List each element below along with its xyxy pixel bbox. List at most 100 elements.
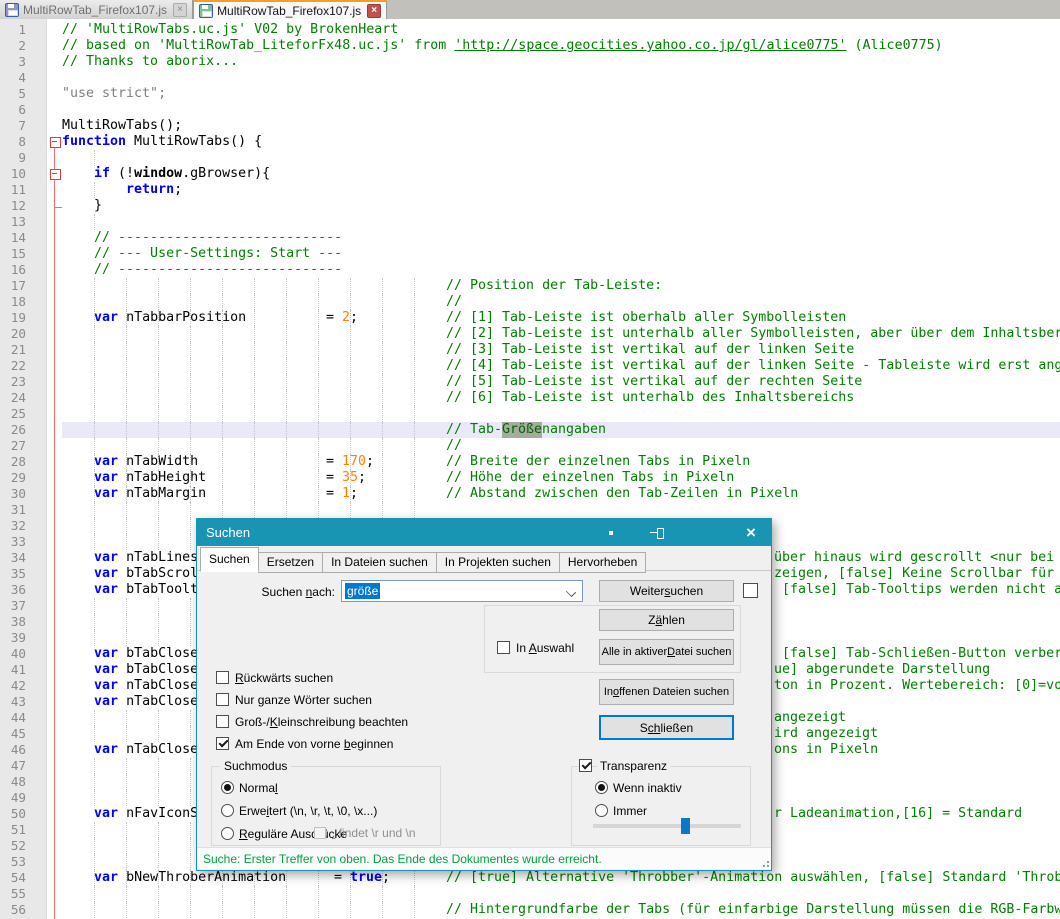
unlabeled-checkbox[interactable]: [743, 583, 758, 598]
indent-guide: [382, 358, 383, 374]
close-tab-icon[interactable]: ×: [367, 4, 381, 18]
indent-guide: [286, 406, 287, 422]
code-line-5: "use strict";: [62, 86, 1060, 102]
transparency-checkbox[interactable]: [579, 759, 592, 772]
code-token: var: [94, 678, 118, 694]
indent-guide: [222, 454, 223, 470]
line-number: 40: [0, 646, 26, 662]
indent-guide: [286, 454, 287, 470]
code-token: ton in Prozent. Wertebereich: [0]=vol: [774, 678, 1060, 694]
search-mode-radio-2[interactable]: [221, 827, 234, 840]
pin-icon[interactable]: [647, 519, 667, 546]
search-input[interactable]: größe: [341, 580, 583, 602]
file-tab-label: MultiRowTab_Firefox107.js: [217, 4, 361, 18]
line-number: 5: [0, 86, 26, 102]
code-line-3: // Thanks to aborix...: [62, 54, 1060, 70]
line-number: 17: [0, 278, 26, 294]
fold-collapse-icon[interactable]: [50, 137, 61, 148]
indent-guide: [126, 390, 127, 406]
indent-guide: [414, 358, 415, 374]
transparency-radio-0[interactable]: [595, 781, 608, 794]
search-mode-radio-1[interactable]: [221, 804, 234, 817]
save-icon: [5, 3, 19, 17]
code-token: [62, 566, 94, 582]
indent-guide: [158, 838, 159, 854]
indent-guide: [318, 310, 319, 326]
indent-guide: [414, 342, 415, 358]
indent-guide: [190, 358, 191, 374]
search-mode-radio-0[interactable]: [221, 781, 234, 794]
indent-guide: [414, 374, 415, 390]
indent-guide: [286, 310, 287, 326]
indent-guide: [382, 438, 383, 454]
close-tab-icon[interactable]: ×: [173, 3, 187, 17]
option-checkbox-2[interactable]: [216, 715, 229, 728]
indent-guide: [382, 406, 383, 422]
code-line-23: // [5] Tab-Leiste ist vertikal auf der r…: [62, 374, 1060, 390]
transparency-slider-thumb[interactable]: [681, 818, 690, 834]
indent-guide: [190, 790, 191, 806]
dialog-tab-ersetzen[interactable]: Ersetzen: [258, 552, 323, 573]
indent-guide: [158, 310, 159, 326]
indent-guide: [254, 438, 255, 454]
code-token: ons in Pixeln: [774, 742, 878, 758]
dialog-tab-in-projekten-suchen[interactable]: In Projekten suchen: [436, 552, 560, 573]
resize-grip-icon[interactable]: [759, 857, 769, 867]
code-token: // Tab-: [446, 422, 502, 438]
find-all-current-button[interactable]: Alle in aktiver Datei suchen: [599, 639, 734, 665]
indent-guide: [94, 726, 95, 742]
chevron-down-icon[interactable]: [566, 587, 576, 597]
find-all-open-button[interactable]: In offenen Dateien suchen: [599, 679, 734, 705]
indent-guide: [414, 406, 415, 422]
code-token: // Höhe der einzelnen Tabs in Pixeln: [446, 470, 734, 486]
line-number: 33: [0, 534, 26, 550]
code-line-4: [62, 70, 1060, 86]
code-token: (Alice0775): [847, 38, 943, 54]
code-line-27: //: [62, 438, 1060, 454]
close-button[interactable]: Schließen: [599, 715, 734, 740]
dialog-tab-suchen[interactable]: Suchen: [200, 547, 259, 572]
code-token: // [true] Alternative 'Throbber'-Animati…: [446, 870, 1060, 886]
indent-guide: [254, 278, 255, 294]
indent-guide: [254, 358, 255, 374]
in-selection-checkbox[interactable]: [497, 641, 510, 654]
indent-guide: [126, 598, 127, 614]
indent-guide: [190, 486, 191, 502]
transparency-slider[interactable]: [593, 824, 741, 828]
option-checkbox-3[interactable]: [216, 737, 229, 750]
find-dialog-titlebar[interactable]: Suchen ×: [197, 519, 771, 546]
dialog-tab-in-dateien-suchen[interactable]: In Dateien suchen: [322, 552, 437, 573]
save-icon: [199, 4, 213, 18]
collapse-icon[interactable]: [603, 519, 619, 546]
indent-guide: [94, 310, 95, 326]
indent-guide: [350, 326, 351, 342]
line-number: 15: [0, 246, 26, 262]
code-line-1: // 'MultiRowTabs.uc.js' V02 by BrokenHea…: [62, 22, 1060, 38]
close-icon[interactable]: ×: [737, 519, 765, 546]
indent-guide: [126, 294, 127, 310]
line-number: 16: [0, 262, 26, 278]
file-tab-1[interactable]: MultiRowTab_Firefox107.js×: [0, 0, 193, 19]
code-token: [62, 678, 94, 694]
option-checkbox-1[interactable]: [216, 693, 229, 706]
indent-guide: [350, 294, 351, 310]
find-next-button[interactable]: Weiter suchen: [599, 580, 734, 602]
indent-guide: [382, 390, 383, 406]
indent-guide: [318, 278, 319, 294]
fold-collapse-icon[interactable]: [50, 169, 61, 180]
indent-guide: [318, 870, 319, 886]
indent-guide: [158, 342, 159, 358]
code-line-54: var bNewThroberAnimation= true;// [true]…: [62, 870, 1060, 886]
search-mode-title: Suchmodus: [220, 759, 291, 773]
option-checkbox-0[interactable]: [216, 671, 229, 684]
file-tab-2[interactable]: MultiRowTab_Firefox107.js ×: [193, 0, 387, 19]
dialog-tab-hervorheben[interactable]: Hervorheben: [559, 552, 646, 573]
code-token: nTabMargin: [118, 486, 206, 502]
count-button[interactable]: Zählen: [599, 609, 734, 631]
code-line-56: // Hintergrundfarbe der Tabs (für einfar…: [62, 902, 1060, 918]
code-token: var: [94, 742, 118, 758]
indent-guide: [94, 278, 95, 294]
indent-guide: [382, 454, 383, 470]
code-token: [62, 550, 94, 566]
transparency-radio-1[interactable]: [595, 804, 608, 817]
